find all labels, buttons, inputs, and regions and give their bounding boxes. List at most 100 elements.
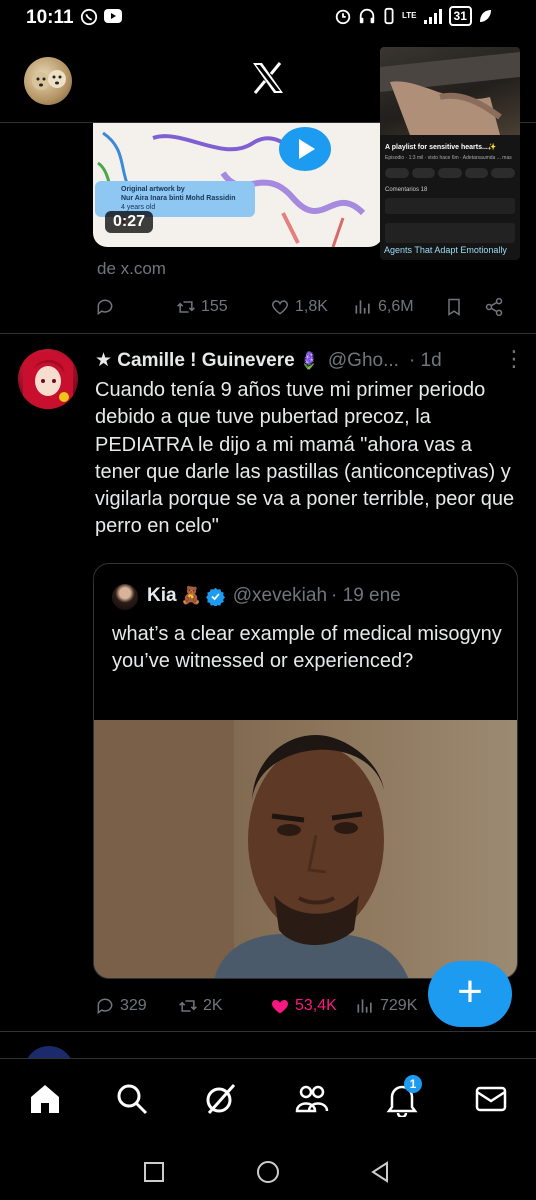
my-avatar[interactable] xyxy=(24,57,72,105)
view-count: 6,6M xyxy=(378,298,414,315)
tweet-time[interactable]: · 1d xyxy=(409,350,442,372)
recent-apps-icon[interactable] xyxy=(142,1160,166,1184)
quote-tweet[interactable]: Kia 🧸 @xevekiah · 19 ene what’s a clear … xyxy=(93,563,518,979)
nav-notifications[interactable]: 1 xyxy=(384,1075,422,1119)
vibrate-icon xyxy=(384,7,394,25)
anime-avatar-image xyxy=(23,352,73,409)
search-icon xyxy=(117,1084,148,1115)
reply-icon xyxy=(97,998,113,1015)
bottom-navigation: 1 xyxy=(0,1058,536,1148)
headphones-icon xyxy=(359,8,375,24)
battery-indicator: 31 xyxy=(448,6,472,26)
author-avatar[interactable] xyxy=(18,349,78,409)
quote-author-avatar xyxy=(112,584,138,610)
like-button[interactable]: 1,8K xyxy=(270,297,328,317)
compose-plus-icon: + xyxy=(457,967,483,1016)
previous-tweet-video[interactable]: Original artwork by Nur Aira Inara binti… xyxy=(93,123,383,247)
retweet-button[interactable]: 155 xyxy=(176,297,228,317)
communities-icon xyxy=(295,1085,329,1113)
status-system-icons: LTE 31 xyxy=(334,6,492,26)
retweet-icon xyxy=(179,1000,197,1012)
video-duration: 0:27 xyxy=(105,211,154,233)
man-crying-photo xyxy=(94,720,517,978)
messages-icon xyxy=(475,1086,507,1112)
like-button[interactable]: 53,4K xyxy=(270,996,337,1016)
author-handle[interactable]: @Gho... xyxy=(328,350,399,372)
share-icon xyxy=(485,297,503,317)
pip-title: A playlist for sensitive hearts...✨ xyxy=(385,144,497,151)
reply-count: 329 xyxy=(120,997,147,1014)
quote-author-line: Kia 🧸 @xevekiah · 19 ene xyxy=(147,585,401,607)
author-display-name[interactable]: ★ Camille ! Guinevere xyxy=(95,349,295,372)
views-button[interactable]: 729K xyxy=(355,996,417,1016)
back-icon[interactable] xyxy=(368,1160,392,1184)
bookmark-icon xyxy=(448,298,460,316)
play-button[interactable] xyxy=(279,127,331,171)
heart-filled-icon xyxy=(272,1000,288,1014)
pip-subtitle: Episodio · 1:3 mil · visto hace 6m · Ade… xyxy=(385,155,512,161)
nav-messages[interactable] xyxy=(473,1081,509,1117)
alarm-icon xyxy=(335,9,351,25)
bookmark-button[interactable] xyxy=(444,297,464,317)
pip-action-chips xyxy=(385,168,515,178)
verified-badge-icon xyxy=(205,587,225,606)
art-caption-line2: Nur Aira Inara binti Mohd Rassidin xyxy=(121,195,236,202)
art-caption-line1: Original artwork by xyxy=(121,186,185,193)
signal-icon xyxy=(423,9,442,24)
home-system-icon[interactable] xyxy=(255,1159,281,1185)
next-tweet-avatar xyxy=(24,1046,74,1058)
whatsapp-icon xyxy=(80,8,98,26)
views-icon xyxy=(355,300,370,314)
dog-avatar-image xyxy=(32,70,66,90)
pip-video-frame[interactable] xyxy=(380,47,520,135)
quote-time: · 19 ene xyxy=(331,585,401,606)
link-source[interactable]: de x.com xyxy=(97,259,166,279)
youtube-icon xyxy=(104,9,122,23)
pip-comments-label: Comentarios 18 xyxy=(385,187,428,193)
reply-button[interactable] xyxy=(95,297,120,317)
quote-text: what’s a clear example of medical misogy… xyxy=(112,623,502,673)
pip-comment-preview xyxy=(385,198,515,214)
retweet-count: 2K xyxy=(203,997,223,1014)
compose-post-button[interactable]: + xyxy=(428,961,512,1027)
retweet-icon xyxy=(177,301,195,313)
grok-icon xyxy=(206,1084,236,1114)
quote-display-name: Kia xyxy=(147,585,177,606)
system-navigation-bar xyxy=(0,1148,536,1200)
status-time: 10:11 xyxy=(26,7,74,28)
nav-search[interactable] xyxy=(114,1081,150,1117)
reply-button[interactable]: 329 xyxy=(95,996,147,1016)
views-button[interactable]: 6,6M xyxy=(353,297,414,317)
quote-media-image[interactable] xyxy=(94,720,517,978)
notification-count-badge: 1 xyxy=(404,1075,422,1093)
like-count: 1,8K xyxy=(295,298,328,315)
picture-in-picture-player[interactable]: A playlist for sensitive hearts...✨ Epis… xyxy=(380,47,520,260)
reply-icon xyxy=(97,299,113,316)
tweet-text: Cuando tenía 9 años tuve mi primer perio… xyxy=(95,379,515,538)
nav-communities[interactable] xyxy=(294,1081,330,1117)
pip-agents-label: Agents That Adapt Emotionally xyxy=(384,245,507,255)
x-logo-icon[interactable] xyxy=(250,60,286,96)
quote-emoji: 🧸 xyxy=(180,586,202,605)
status-notification-icons xyxy=(80,8,123,26)
status-bar: 10:11 LTE 31 xyxy=(0,0,536,36)
author-emoji: 🪻 xyxy=(298,350,320,370)
more-options-icon[interactable]: ⋮ xyxy=(503,348,525,370)
share-button[interactable] xyxy=(484,297,504,317)
retweet-count: 155 xyxy=(201,298,228,315)
like-count: 53,4K xyxy=(295,997,337,1014)
home-icon xyxy=(31,1085,59,1113)
nav-grok[interactable] xyxy=(203,1081,239,1117)
quote-handle: @xevekiah xyxy=(232,585,328,606)
network-label: LTE xyxy=(402,11,417,20)
tweet-divider xyxy=(0,333,536,334)
pip-related xyxy=(385,223,515,243)
nav-home[interactable] xyxy=(27,1081,63,1117)
tweet-author-line: ★ Camille ! Guinevere 🪻 @Gho... · 1d xyxy=(95,349,442,372)
retweet-button[interactable]: 2K xyxy=(178,996,223,1016)
view-count: 729K xyxy=(380,997,418,1014)
next-tweet-peek[interactable] xyxy=(0,1032,536,1058)
views-icon xyxy=(357,999,372,1013)
pip-video-image xyxy=(380,52,520,135)
leaf-icon xyxy=(479,10,491,22)
